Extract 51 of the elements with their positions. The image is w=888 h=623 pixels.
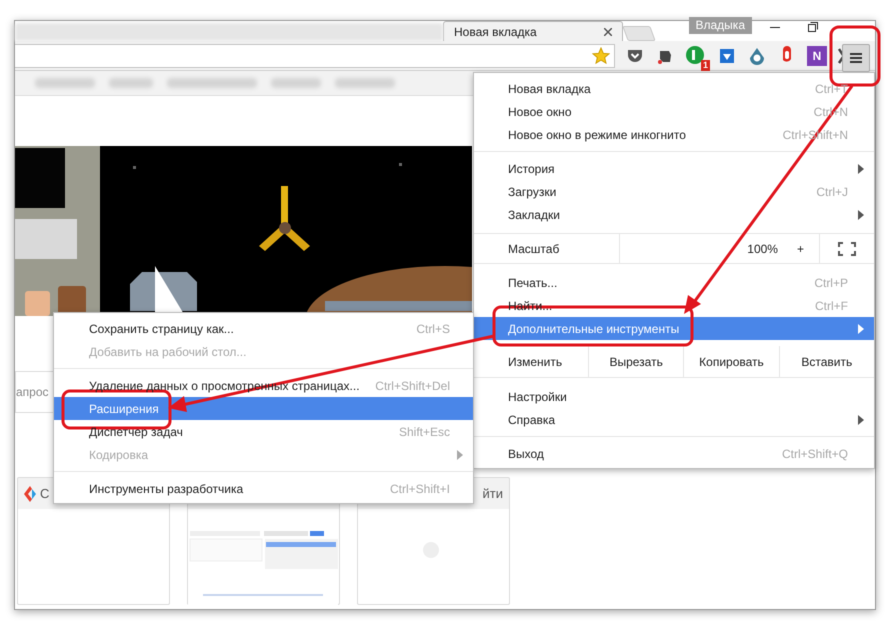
- shortcut-label: Ctrl+J: [816, 184, 848, 200]
- zoom-value: 100%: [747, 240, 778, 258]
- edit-button[interactable]: Копировать: [684, 346, 780, 377]
- menu-item[interactable]: Загрузки Ctrl+J: [474, 180, 874, 203]
- menu-item[interactable]: Инструменты разработчика Ctrl+Shift+I: [54, 477, 473, 500]
- menu-item[interactable]: Печать... Ctrl+P: [474, 271, 874, 294]
- menu-item[interactable]: Дополнительные инструменты: [474, 317, 874, 340]
- star-icon[interactable]: [592, 46, 610, 64]
- site-thumbnail[interactable]: [17, 509, 170, 605]
- thumbnail-title: С: [40, 484, 50, 503]
- notification-badge: 1: [700, 60, 710, 70]
- submenu-arrow-icon: [858, 210, 864, 220]
- menu-item[interactable]: Выход Ctrl+Shift+Q: [474, 442, 874, 465]
- thumbnail-title: йти: [482, 484, 503, 503]
- shortcut-label: Ctrl+F: [815, 298, 848, 314]
- edit-button[interactable]: Вставить: [780, 346, 874, 377]
- shortcut-label: Ctrl+S: [416, 320, 450, 338]
- restore-icon: [808, 22, 818, 32]
- menu-item[interactable]: Найти... Ctrl+F: [474, 294, 874, 317]
- menu-icon: [850, 53, 862, 63]
- menu-item[interactable]: Настройки: [474, 385, 874, 408]
- submenu-arrow-icon: [858, 414, 864, 424]
- menu-item[interactable]: Закладки: [474, 203, 874, 226]
- zoom-in-button[interactable]: +: [794, 240, 807, 258]
- edit-button[interactable]: Вырезать: [589, 346, 684, 377]
- menu-item[interactable]: Справка: [474, 408, 874, 431]
- drop-icon[interactable]: [747, 46, 767, 66]
- site-thumbnail[interactable]: [357, 509, 510, 605]
- close-tab-icon[interactable]: [604, 28, 612, 36]
- circle-icon[interactable]: [685, 44, 705, 64]
- menu-item[interactable]: Сохранить страницу как... Ctrl+S: [54, 317, 473, 340]
- logo-icon: [24, 486, 36, 502]
- address-bar[interactable]: [15, 44, 615, 68]
- shortcut-label: Ctrl+Shift+I: [390, 480, 450, 498]
- submenu-arrow-icon: [457, 450, 463, 460]
- menu-item[interactable]: Новая вкладка Ctrl+T: [474, 77, 874, 100]
- shortcut-label: Ctrl+P: [814, 274, 848, 292]
- notebook-icon[interactable]: N: [807, 46, 827, 66]
- fullscreen-icon: [838, 242, 856, 256]
- menu-item[interactable]: Расширения: [54, 397, 473, 420]
- submenu-arrow-icon: [858, 164, 864, 174]
- shortcut-label: Ctrl+Shift+Del: [375, 378, 450, 394]
- shortcut-label: Ctrl+T: [815, 80, 848, 98]
- shortcut-label: Shift+Esc: [398, 424, 450, 440]
- browser-tab[interactable]: Новая вкладка: [443, 21, 623, 41]
- menu-button[interactable]: [842, 44, 870, 72]
- zoom-label: Масштаб: [507, 240, 560, 258]
- shortcut-label: Ctrl+Shift+Q: [782, 446, 848, 462]
- new-tab-button[interactable]: [622, 26, 656, 41]
- menu-item[interactable]: История: [474, 157, 874, 180]
- submenu-arrow-icon: [858, 324, 864, 334]
